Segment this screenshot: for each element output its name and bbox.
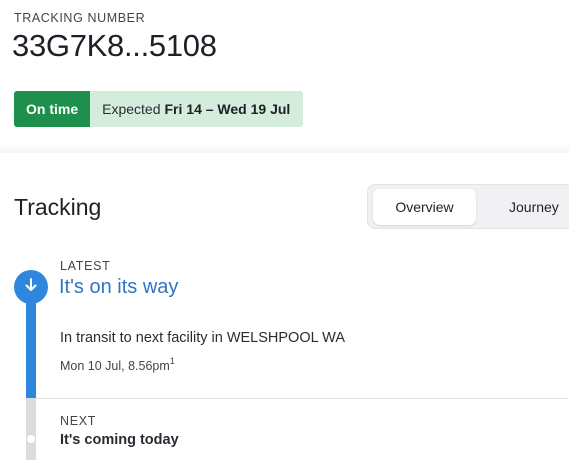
- latest-event-datetime: Mon 10 Jul, 8.56pm1: [60, 356, 175, 374]
- expected-delivery: Expected Fri 14 – Wed 19 Jul: [90, 91, 304, 127]
- tracking-panel: Tracking Overview Journey LATEST It's on…: [0, 153, 569, 460]
- tracking-header: TRACKING NUMBER 33G7K8...5108 On time Ex…: [0, 0, 569, 150]
- latest-event-title: It's on its way: [59, 276, 179, 298]
- next-event-label: NEXT: [60, 414, 97, 428]
- latest-event-date: Mon 10 Jul, 8.56pm: [60, 359, 170, 374]
- timeline-node-latest: [14, 270, 48, 304]
- tracking-number-label: TRACKING NUMBER: [14, 11, 146, 25]
- delivery-status: On time Expected Fri 14 – Wed 19 Jul: [14, 91, 304, 127]
- tab-overview[interactable]: Overview: [373, 189, 476, 225]
- latest-event-label: LATEST: [60, 259, 111, 273]
- status-badge: On time: [14, 91, 91, 127]
- expected-range: Fri 14 – Wed 19 Jul: [164, 101, 291, 117]
- latest-event-description: In transit to next facility in WELSHPOOL…: [60, 330, 345, 346]
- view-toggle: Overview Journey: [367, 184, 569, 229]
- expected-prefix: Expected: [102, 101, 161, 117]
- timeline-node-next: [27, 435, 35, 443]
- timeline-remaining: [26, 398, 36, 460]
- next-event-title: It's coming today: [60, 432, 179, 448]
- tracking-title: Tracking: [14, 194, 102, 220]
- footnote-marker[interactable]: 1: [170, 356, 175, 366]
- tracking-number: 33G7K8...5108: [12, 28, 217, 63]
- tab-journey[interactable]: Journey: [480, 189, 569, 225]
- event-divider: [36, 398, 569, 399]
- arrow-down-icon: [23, 277, 39, 298]
